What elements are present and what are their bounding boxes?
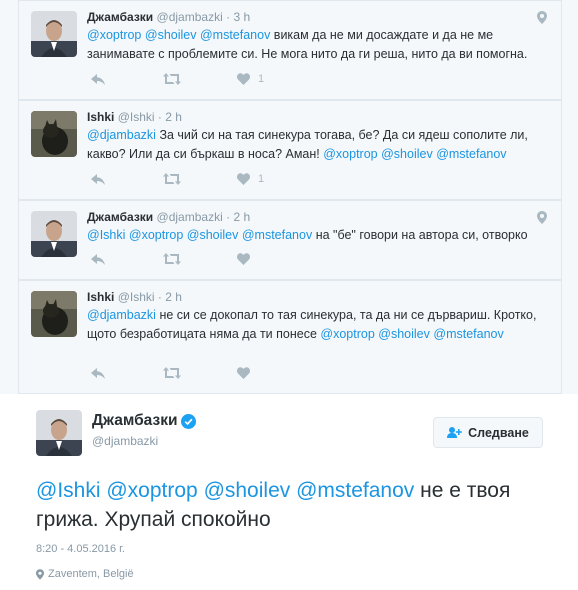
reply-button[interactable] [91, 73, 105, 85]
reply-button[interactable] [91, 173, 105, 185]
tweet-text: @Ishki @xoptrop @shoilev @mstefanov на "… [87, 226, 547, 245]
thread-tweet[interactable]: Ishki @Ishki · 2 h @djambazki За чий си … [18, 100, 562, 200]
separator-dot: · [226, 10, 231, 24]
tweet-text: @djambazki не си се докопал то тая синек… [87, 306, 547, 344]
follow-person-icon [447, 427, 462, 438]
avatar[interactable] [31, 291, 77, 337]
username[interactable]: @djambazki [92, 434, 158, 448]
location-text: Zaventem, België [48, 568, 134, 580]
timestamp[interactable]: 3 h [233, 10, 250, 24]
mention-link[interactable]: @xoptrop [87, 28, 141, 42]
tweet-header: Джамбазки @djambazki · 2 h [87, 210, 250, 225]
reply-icon [91, 253, 105, 265]
mention-link[interactable]: @Ishki [36, 479, 101, 502]
tweet-header: Ishki @Ishki · 2 h [87, 110, 182, 125]
mention-link[interactable]: @shoilev [187, 228, 239, 242]
thread-tweet[interactable]: Ishki @Ishki · 2 h @djambazki не си се д… [18, 280, 562, 394]
like-count: 1 [258, 173, 265, 185]
separator-dot: · [226, 210, 231, 224]
like-icon [237, 73, 250, 85]
retweet-button[interactable] [163, 367, 181, 379]
display-name[interactable]: Джамбазки [92, 412, 197, 430]
username[interactable]: @djambazki [157, 210, 223, 224]
like-count: 1 [258, 73, 265, 85]
verified-badge-icon [181, 413, 197, 429]
mention-link[interactable]: @shoilev [378, 327, 430, 341]
mention-link[interactable]: @shoilev [145, 28, 197, 42]
mention-link[interactable]: @mstefanov [436, 147, 506, 161]
retweet-button[interactable] [163, 173, 181, 185]
geo-pin-icon [36, 568, 44, 580]
mention-link[interactable]: @mstefanov [200, 28, 270, 42]
like-button[interactable]: 1 [237, 73, 264, 85]
like-icon [237, 367, 250, 379]
username[interactable]: @djambazki [157, 10, 223, 24]
reply-icon [91, 73, 105, 85]
avatar[interactable] [31, 211, 77, 257]
reply-button[interactable] [91, 253, 105, 265]
mention-link[interactable]: @Ishki [87, 228, 125, 242]
mention-link[interactable]: @xoptrop [320, 327, 374, 341]
retweet-icon [163, 367, 181, 379]
timestamp[interactable]: 2 h [165, 110, 182, 124]
like-icon [237, 253, 250, 265]
retweet-button[interactable] [163, 73, 181, 85]
main-tweet: Джамбазки @djambazki Следване @Ishki @xo… [0, 394, 578, 590]
avatar[interactable] [36, 410, 82, 456]
mention-link[interactable]: @mstefanov [242, 228, 312, 242]
mention-link[interactable]: @djambazki [87, 308, 156, 322]
tweet-header: Ishki @Ishki · 2 h [87, 290, 182, 305]
tweet-timestamp[interactable]: 8:20 - 4.05.2016 г. [36, 543, 125, 555]
tweet-text: @djambazki За чий си на тая синекура тог… [87, 126, 547, 164]
display-name[interactable]: Ishki [87, 110, 114, 124]
avatar[interactable] [31, 111, 77, 157]
mention-link[interactable]: @djambazki [87, 128, 156, 142]
follow-button[interactable]: Следване [433, 417, 543, 448]
tweet-header: Джамбазки @djambazki · 3 h [87, 10, 250, 25]
retweet-button[interactable] [163, 253, 181, 265]
retweet-icon [163, 253, 181, 265]
mention-link[interactable]: @shoilev [204, 479, 291, 502]
mention-link[interactable]: @xoptrop [129, 228, 183, 242]
username[interactable]: @Ishki [118, 290, 155, 304]
like-button[interactable]: 1 [237, 173, 264, 185]
follow-button-label: Следване [468, 425, 529, 440]
tweet-text: @Ishki @xoptrop @shoilev @mstefanov не е… [36, 476, 556, 534]
display-name[interactable]: Ishki [87, 290, 114, 304]
reply-icon [91, 367, 105, 379]
reply-button[interactable] [91, 367, 105, 379]
like-icon [237, 173, 250, 185]
mention-link[interactable]: @xoptrop [323, 147, 377, 161]
separator-dot: · [157, 110, 162, 124]
like-button[interactable] [237, 367, 250, 379]
display-name[interactable]: Джамбазки [87, 210, 153, 224]
mention-link[interactable]: @xoptrop [106, 479, 197, 502]
retweet-icon [163, 73, 181, 85]
retweet-icon [163, 173, 181, 185]
mention-link[interactable]: @mstefanov [433, 327, 503, 341]
separator-dot: · [157, 290, 162, 304]
display-name-text: Джамбазки [92, 412, 178, 429]
avatar[interactable] [31, 11, 77, 57]
conversation-thread: Джамбазки @djambazki · 3 h @xoptrop @sho… [0, 0, 578, 394]
reply-icon [91, 173, 105, 185]
timestamp[interactable]: 2 h [165, 290, 182, 304]
mention-link[interactable]: @mstefanov [296, 479, 414, 502]
like-button[interactable] [237, 253, 250, 265]
tweet-text-segment: на "бе" говори на автора си, отворко [312, 228, 528, 242]
tweet-text: @xoptrop @shoilev @mstefanov викам да не… [87, 26, 547, 64]
username[interactable]: @Ishki [118, 110, 155, 124]
timestamp[interactable]: 2 h [233, 210, 250, 224]
tweet-location[interactable]: Zaventem, België [36, 568, 134, 580]
mention-link[interactable]: @shoilev [381, 147, 433, 161]
thread-tweet[interactable]: Джамбазки @djambazki · 2 h @Ishki @xoptr… [18, 200, 562, 280]
display-name[interactable]: Джамбазки [87, 10, 153, 24]
thread-tweet[interactable]: Джамбазки @djambazki · 3 h @xoptrop @sho… [18, 0, 562, 100]
